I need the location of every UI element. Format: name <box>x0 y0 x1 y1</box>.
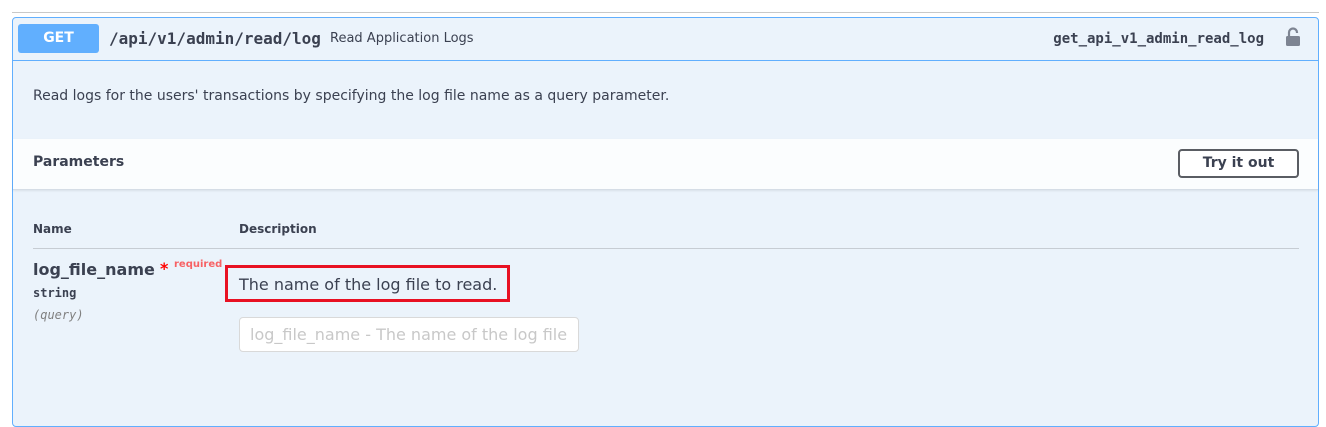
unlocked-padlock-icon[interactable] <box>1285 27 1301 47</box>
operation-id: get_api_v1_admin_read_log <box>1053 31 1264 47</box>
try-it-out-button[interactable]: Try it out <box>1178 149 1299 178</box>
operation-description: Read logs for the users' transactions by… <box>33 88 670 104</box>
http-method-badge: GET <box>18 24 99 53</box>
operation-summary[interactable]: GET /api/v1/admin/read/log Read Applicat… <box>13 18 1318 61</box>
column-header-description: Description <box>239 222 317 236</box>
endpoint-path: /api/v1/admin/read/log <box>109 29 321 48</box>
parameters-title: Parameters <box>33 154 125 170</box>
top-divider <box>12 12 1319 13</box>
parameter-description: The name of the log file to read. <box>239 275 498 294</box>
parameter-name: log_file_name <box>33 260 155 279</box>
parameters-header: Parameters Try it out <box>13 139 1318 190</box>
operation-summary-text: Read Application Logs <box>330 31 474 46</box>
parameter-location: (query) <box>33 308 84 322</box>
operation-block-get: GET /api/v1/admin/read/log Read Applicat… <box>12 17 1319 427</box>
log-file-name-input[interactable] <box>239 317 579 352</box>
table-header-divider <box>33 248 1299 249</box>
required-asterisk: * <box>160 259 169 278</box>
parameter-type: string <box>33 286 77 300</box>
required-label: required <box>174 259 223 270</box>
column-header-name: Name <box>33 222 72 236</box>
